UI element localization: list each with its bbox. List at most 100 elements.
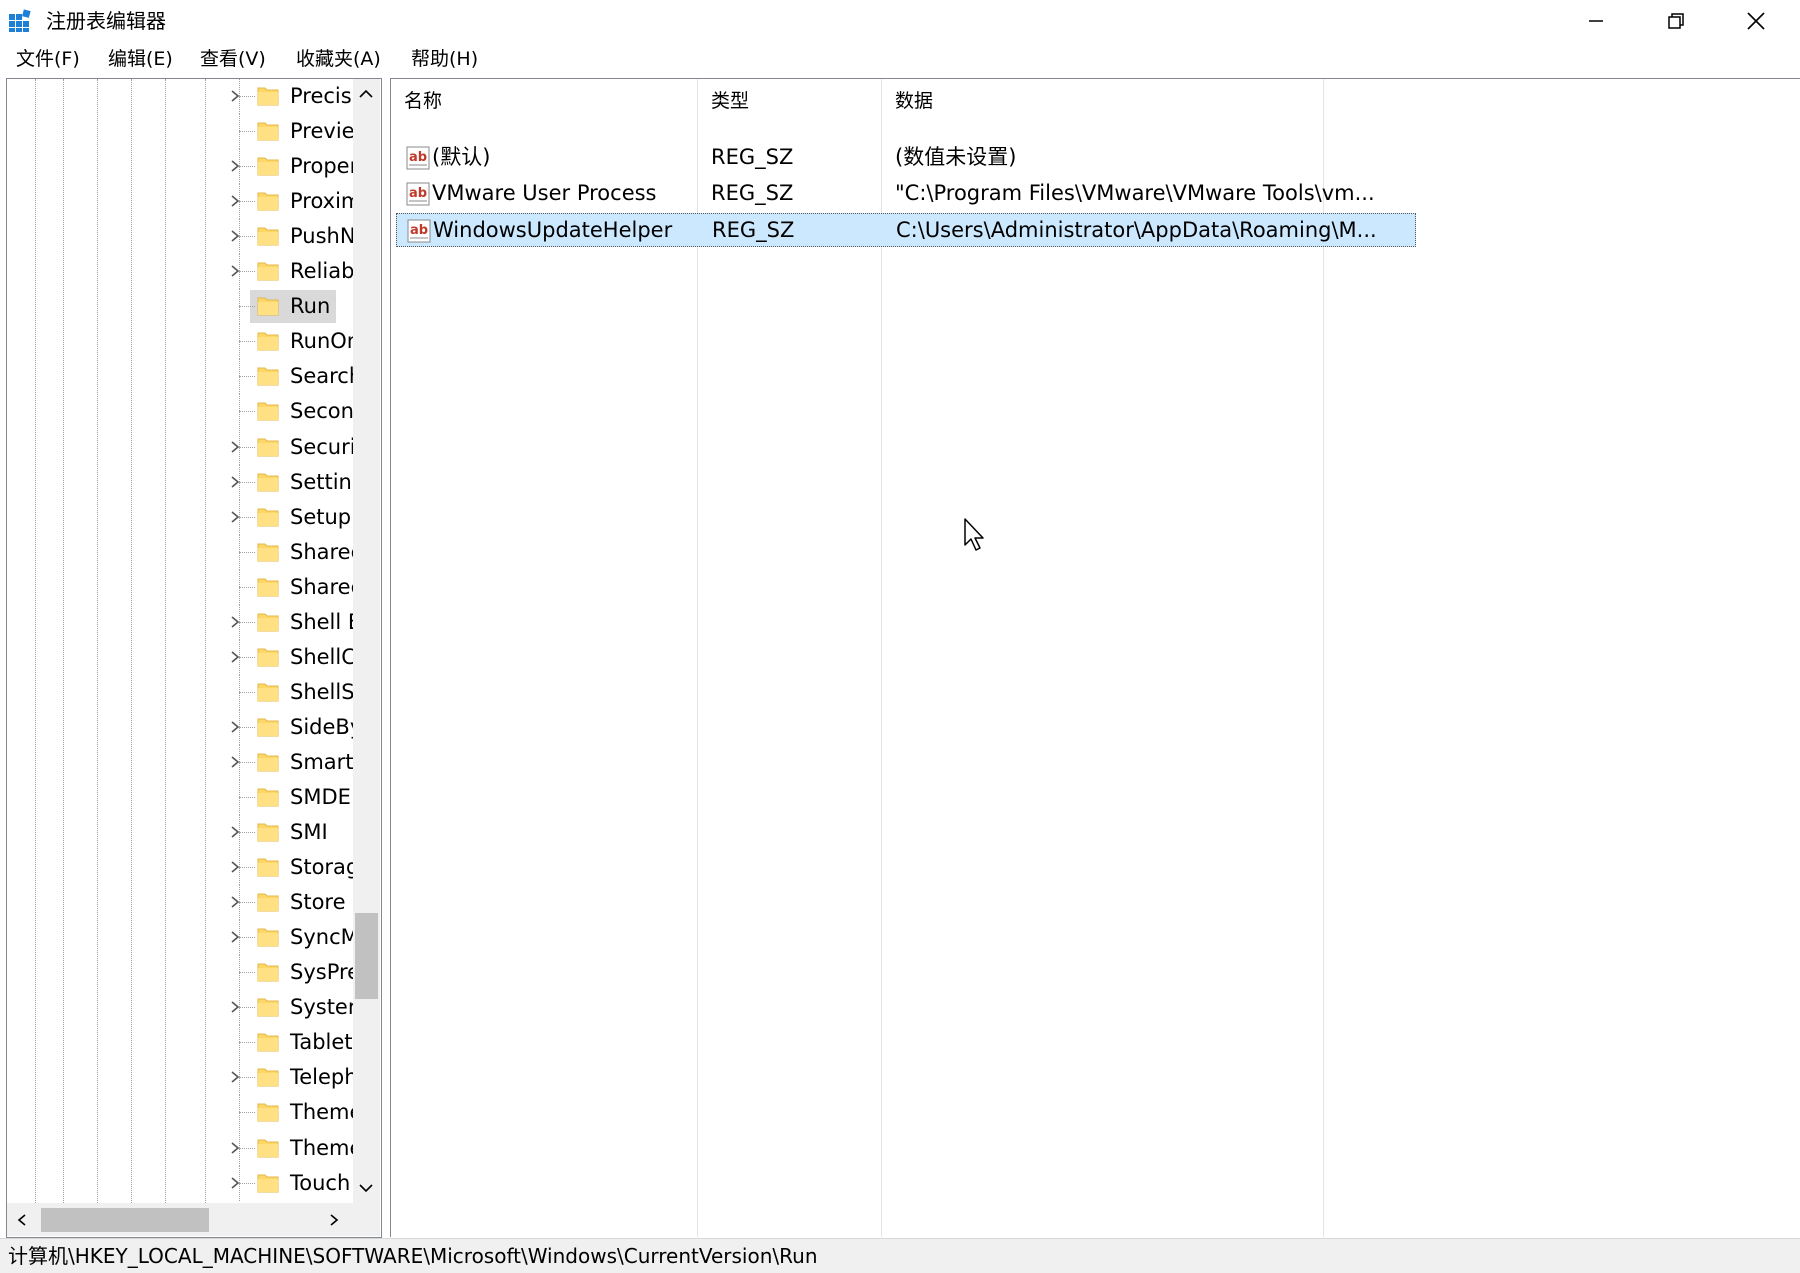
- menu-view[interactable]: 查看(V): [200, 46, 266, 72]
- tree-item[interactable]: Store: [7, 885, 353, 921]
- expand-chevron-icon[interactable]: [227, 1069, 243, 1085]
- expand-chevron-icon[interactable]: [227, 88, 243, 104]
- tree-item[interactable]: Reliabi: [7, 254, 353, 290]
- tree-item[interactable]: Setup: [7, 499, 353, 535]
- tree-vertical-scrollbar[interactable]: [353, 79, 380, 1203]
- expand-chevron-icon[interactable]: [227, 719, 243, 735]
- tree-item[interactable]: Theme: [7, 1130, 353, 1166]
- folder-icon: [257, 928, 279, 947]
- tree-item-label: Sharec: [290, 539, 353, 564]
- tree-item-label: Proper: [290, 154, 353, 179]
- tree-item[interactable]: Proper: [7, 149, 353, 185]
- tree-item-label: Run: [290, 294, 331, 319]
- tree-horizontal-scrollbar[interactable]: [7, 1203, 353, 1236]
- tree-item[interactable]: Smart(: [7, 744, 353, 780]
- tree-item[interactable]: Proxim: [7, 184, 353, 220]
- expand-chevron-icon[interactable]: [227, 649, 243, 665]
- tree-item-label: Syster: [290, 995, 353, 1020]
- menu-favorites[interactable]: 收藏夹(A): [296, 46, 381, 72]
- tree-item[interactable]: Secon: [7, 394, 353, 430]
- column-divider[interactable]: [1323, 79, 1324, 1237]
- tree-item[interactable]: Run: [7, 289, 353, 325]
- expand-chevron-icon[interactable]: [227, 193, 243, 209]
- tree-item-label: PushN: [290, 224, 353, 249]
- tree-horizontal-thumb[interactable]: [41, 1208, 209, 1232]
- regedit-icon: [9, 9, 31, 32]
- value-row[interactable]: ab (默认) REG_SZ (数值未设置): [396, 141, 1416, 175]
- tree-item[interactable]: Shell E: [7, 604, 353, 640]
- tree-item[interactable]: Setting: [7, 464, 353, 500]
- expand-chevron-icon[interactable]: [227, 894, 243, 910]
- folder-icon: [257, 473, 279, 492]
- expand-chevron-icon[interactable]: [227, 824, 243, 840]
- expand-chevron-icon[interactable]: [227, 439, 243, 455]
- expand-chevron-icon[interactable]: [227, 1140, 243, 1156]
- value-data: "C:\Program Files\VMware\VMware Tools\vm…: [895, 181, 1375, 205]
- tree-item[interactable]: Theme: [7, 1095, 353, 1131]
- value-row[interactable]: ab VMware User Process REG_SZ "C:\Program F…: [396, 177, 1416, 211]
- menu-help[interactable]: 帮助(H): [411, 46, 478, 72]
- menu-file[interactable]: 文件(F): [16, 46, 80, 72]
- column-header-type[interactable]: 类型: [698, 79, 882, 123]
- tree-item-label: Proxim: [290, 189, 353, 214]
- tree-item[interactable]: Syster: [7, 990, 353, 1026]
- tree-item-label: Reliabi: [290, 259, 353, 284]
- tree-item[interactable]: Storag: [7, 850, 353, 886]
- tree-item-label: Setup: [290, 504, 352, 529]
- tree-item[interactable]: Tablet: [7, 1025, 353, 1061]
- tree-item[interactable]: SyncM: [7, 920, 353, 956]
- scroll-down-icon[interactable]: [357, 1181, 375, 1195]
- tree-item[interactable]: ShellSe: [7, 674, 353, 710]
- tree-item[interactable]: PushN: [7, 219, 353, 255]
- restore-button[interactable]: [1636, 0, 1716, 42]
- column-divider[interactable]: [881, 79, 882, 1237]
- tree-item[interactable]: ShellC: [7, 639, 353, 675]
- tree-item[interactable]: SMDE: [7, 780, 353, 815]
- expand-chevron-icon[interactable]: [227, 859, 243, 875]
- expand-chevron-icon[interactable]: [227, 509, 243, 525]
- tree-item[interactable]: Securit: [7, 429, 353, 465]
- expand-chevron-icon[interactable]: [227, 1175, 243, 1191]
- registry-tree[interactable]: Precisi Previev Proper Proxim PushN Reliabi Ru…: [6, 78, 382, 1238]
- expand-chevron-icon[interactable]: [227, 158, 243, 174]
- tree-item[interactable]: SMI: [7, 815, 353, 851]
- tree-item[interactable]: Sharec: [7, 534, 353, 570]
- minimize-button[interactable]: [1556, 0, 1636, 42]
- folder-icon: [257, 367, 279, 386]
- expand-chevron-icon[interactable]: [227, 474, 243, 490]
- folder-icon: [257, 718, 279, 737]
- folder-icon: [257, 613, 279, 632]
- menu-edit[interactable]: 编辑(E): [108, 46, 173, 72]
- tree-item[interactable]: Touch: [7, 1165, 353, 1201]
- tree-item[interactable]: Teleph: [7, 1060, 353, 1096]
- column-header-name[interactable]: 名称: [391, 79, 698, 123]
- close-button[interactable]: [1716, 0, 1796, 42]
- column-divider[interactable]: [697, 79, 698, 1237]
- values-list[interactable]: 名称 类型 数据 ab (默认) REG_SZ (数值未设置) ab VMware Use…: [390, 78, 1800, 1237]
- expand-chevron-icon[interactable]: [227, 228, 243, 244]
- tree-item[interactable]: SideBy: [7, 709, 353, 745]
- expand-chevron-icon[interactable]: [227, 999, 243, 1015]
- folder-icon: [257, 122, 279, 141]
- tree-item[interactable]: Search: [7, 359, 353, 395]
- folder-icon: [257, 157, 279, 176]
- scroll-up-icon[interactable]: [357, 87, 375, 101]
- folder-icon: [257, 297, 279, 316]
- tree-vertical-thumb[interactable]: [355, 913, 378, 999]
- expand-chevron-icon[interactable]: [227, 263, 243, 279]
- tree-item[interactable]: Previev: [7, 114, 353, 150]
- tree-item-label: SyncM: [290, 925, 353, 950]
- expand-chevron-icon[interactable]: [227, 614, 243, 630]
- column-header-data[interactable]: 数据: [882, 79, 1324, 123]
- expand-chevron-icon[interactable]: [227, 929, 243, 945]
- scroll-left-icon[interactable]: [15, 1212, 29, 1228]
- value-row[interactable]: ab WindowsUpdateHelper REG_SZ C:\Users\Admi…: [396, 213, 1416, 247]
- folder-icon: [257, 1033, 279, 1052]
- scroll-right-icon[interactable]: [327, 1212, 341, 1228]
- tree-item[interactable]: SysPre: [7, 955, 353, 991]
- tree-item[interactable]: Precisi: [7, 79, 353, 114]
- expand-chevron-icon[interactable]: [227, 754, 243, 770]
- tree-item[interactable]: Sharec: [7, 569, 353, 605]
- title-bar[interactable]: 注册表编辑器: [0, 0, 1800, 42]
- tree-item[interactable]: RunOn: [7, 324, 353, 360]
